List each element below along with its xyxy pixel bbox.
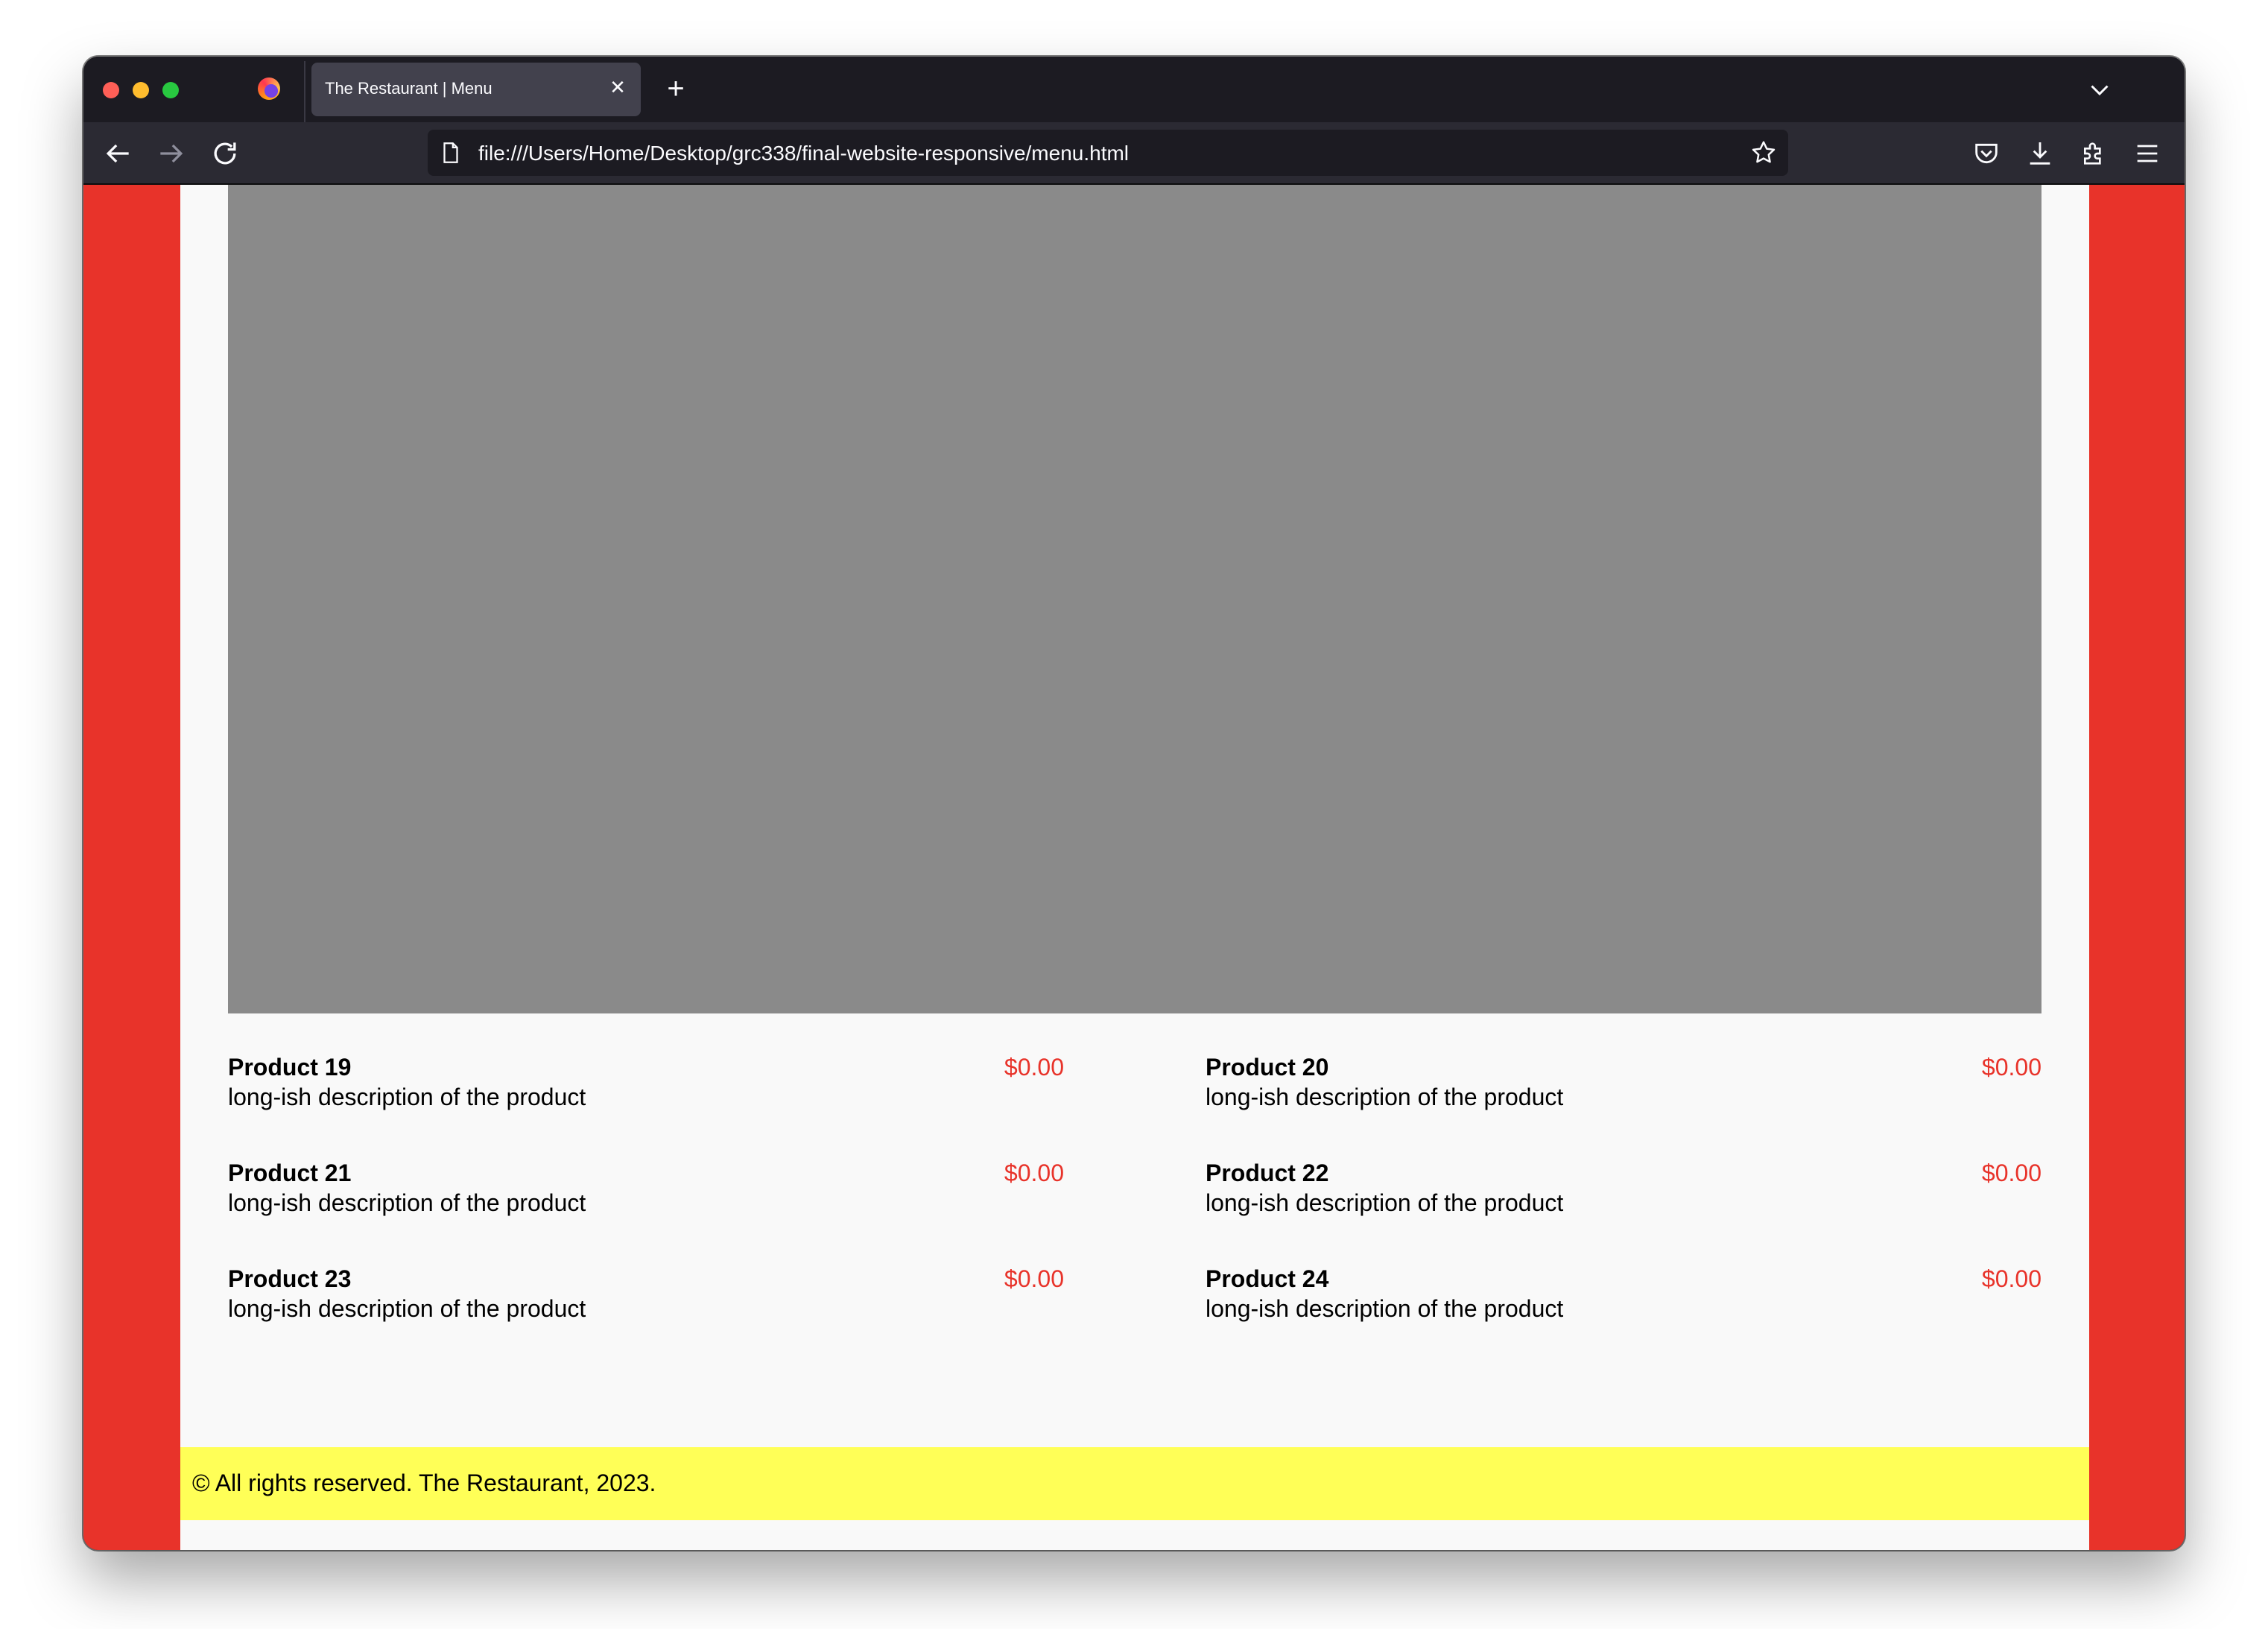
forward-arrow-icon[interactable] bbox=[155, 137, 188, 170]
product-description: long-ish description of the product bbox=[228, 1084, 586, 1110]
product-description: long-ish description of the product bbox=[228, 1189, 586, 1216]
product-name: Product 22 bbox=[1206, 1160, 1329, 1186]
product-description: long-ish description of the product bbox=[1206, 1189, 1564, 1216]
product-name: Product 19 bbox=[228, 1054, 352, 1081]
navigation-toolbar: file:///Users/Home/Desktop/grc338/final-… bbox=[83, 122, 2185, 185]
product-name: Product 23 bbox=[228, 1265, 352, 1292]
close-icon[interactable]: ✕ bbox=[606, 76, 629, 98]
product-price: $0.00 bbox=[1981, 1160, 2041, 1186]
hamburger-menu-icon[interactable] bbox=[2132, 139, 2162, 168]
page-container: Product 19 long-ish description of the p… bbox=[180, 185, 2089, 1550]
tab-divider bbox=[304, 61, 305, 122]
product-name: Product 24 bbox=[1206, 1265, 1329, 1292]
product-price: $0.00 bbox=[1981, 1265, 2041, 1292]
menu-item: Product 19 long-ish description of the p… bbox=[228, 1054, 1064, 1121]
product-description: long-ish description of the product bbox=[1206, 1295, 1564, 1322]
menu-item: Product 23 long-ish description of the p… bbox=[228, 1265, 1064, 1332]
menu-item: Product 24 long-ish description of the p… bbox=[1206, 1265, 2041, 1332]
page-viewport: Product 19 long-ish description of the p… bbox=[83, 185, 2185, 1550]
back-arrow-icon[interactable] bbox=[101, 137, 134, 170]
chevron-down-icon[interactable] bbox=[2086, 76, 2113, 103]
firefox-logo-icon bbox=[258, 78, 280, 100]
menu-item: Product 20 long-ish description of the p… bbox=[1206, 1054, 2041, 1121]
zoom-window-button[interactable] bbox=[162, 82, 179, 98]
product-description: long-ish description of the product bbox=[228, 1295, 586, 1322]
page-icon bbox=[438, 140, 463, 165]
page-footer: © All rights reserved. The Restaurant, 2… bbox=[180, 1447, 2089, 1520]
minimize-window-button[interactable] bbox=[133, 82, 149, 98]
menu-item: Product 21 long-ish description of the p… bbox=[228, 1160, 1064, 1227]
tab-strip: The Restaurant | Menu ✕ + bbox=[83, 57, 2185, 122]
url-text[interactable]: file:///Users/Home/Desktop/grc338/final-… bbox=[478, 142, 1129, 165]
product-name: Product 21 bbox=[228, 1160, 352, 1186]
menu-image-placeholder bbox=[228, 185, 2041, 1013]
pocket-icon[interactable] bbox=[1971, 139, 2001, 168]
product-price: $0.00 bbox=[1004, 1265, 1064, 1292]
url-bar[interactable]: file:///Users/Home/Desktop/grc338/final-… bbox=[428, 130, 1788, 176]
tab-title: The Restaurant | Menu bbox=[325, 79, 492, 98]
product-name: Product 20 bbox=[1206, 1054, 1329, 1081]
plus-icon[interactable]: + bbox=[657, 70, 694, 107]
product-price: $0.00 bbox=[1981, 1054, 2041, 1081]
product-price: $0.00 bbox=[1004, 1054, 1064, 1081]
download-icon[interactable] bbox=[2025, 139, 2055, 168]
browser-window: The Restaurant | Menu ✕ + file:///Users/… bbox=[83, 57, 2185, 1550]
reload-icon[interactable] bbox=[209, 137, 241, 170]
close-window-button[interactable] bbox=[103, 82, 119, 98]
menu-item: Product 22 long-ish description of the p… bbox=[1206, 1160, 2041, 1227]
tab-active[interactable]: The Restaurant | Menu ✕ bbox=[311, 63, 641, 116]
copyright-text: © All rights reserved. The Restaurant, 2… bbox=[192, 1470, 656, 1496]
star-icon[interactable] bbox=[1749, 139, 1778, 167]
product-price: $0.00 bbox=[1004, 1160, 1064, 1186]
product-description: long-ish description of the product bbox=[1206, 1084, 1564, 1110]
puzzle-icon[interactable] bbox=[2079, 139, 2109, 168]
